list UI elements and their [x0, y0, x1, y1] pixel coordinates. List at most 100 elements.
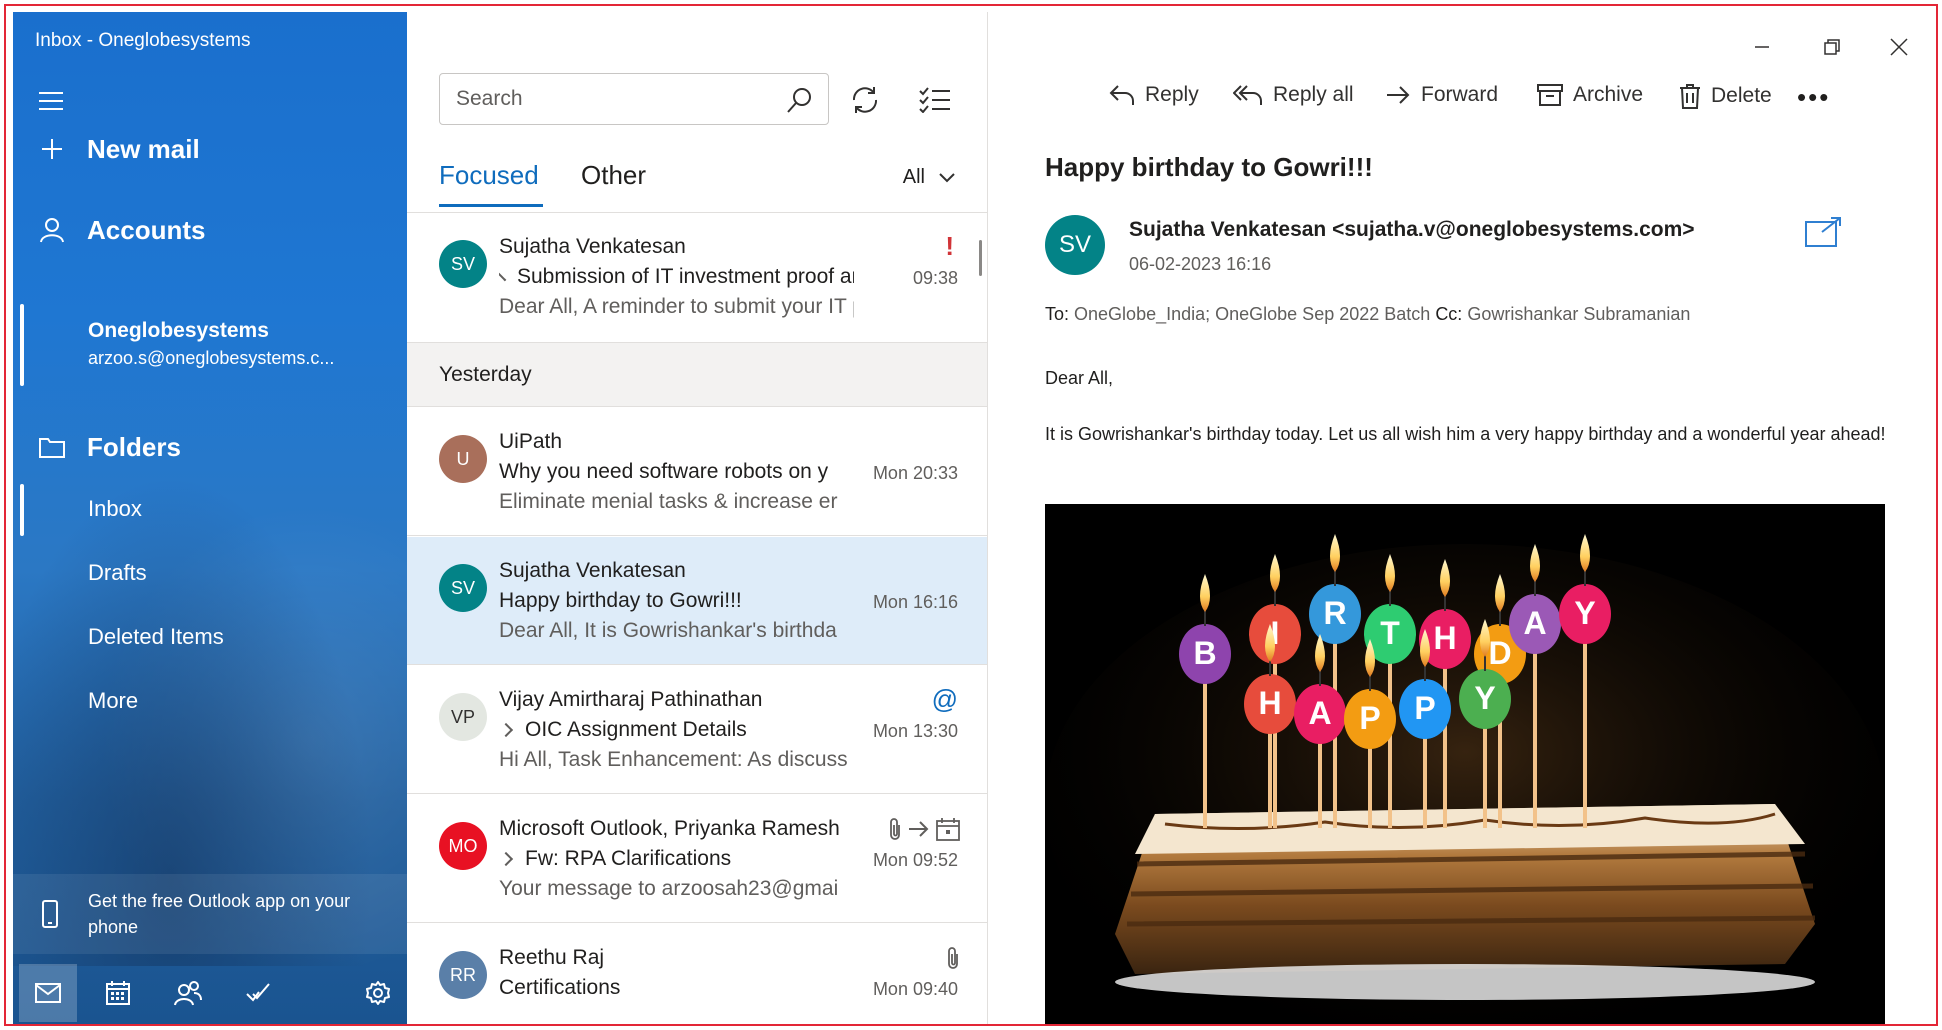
filter-label: All [902, 166, 925, 188]
message-subject: Why you need software robots on y [499, 460, 829, 483]
message-subject-row: OIC Assignment Details [499, 718, 854, 742]
archive-icon [1537, 84, 1563, 106]
message-item[interactable]: VP Vijay Amirtharaj Pathinathan OIC Assi… [407, 666, 987, 794]
scrollbar-thumb[interactable] [979, 240, 982, 276]
trash-icon [1680, 84, 1700, 109]
attachment-icon [948, 947, 958, 969]
message-item[interactable]: MO Microsoft Outlook, Priyanka Ramesh Fw… [407, 795, 987, 923]
svg-text:H: H [1258, 685, 1281, 721]
delete-button[interactable]: Delete [1679, 83, 1772, 109]
svg-text:P: P [1414, 690, 1435, 726]
search-input[interactable] [440, 87, 760, 111]
svg-text:Y: Y [1574, 595, 1595, 631]
birthday-cake-image: BIRTHDAYHAPPY [1045, 504, 1885, 1024]
message-sender: Sujatha Venkatesan [499, 559, 686, 582]
settings-gear-icon[interactable] [349, 964, 407, 1022]
chevron-right-icon[interactable] [499, 722, 514, 738]
svg-text:A: A [1308, 695, 1331, 731]
meeting-calendar-icon [936, 818, 960, 841]
message-time: 09:38 [912, 268, 958, 288]
sender-address[interactable]: Sujatha Venkatesan <sujatha.v@oneglobesy… [1129, 218, 1695, 242]
chevron-right-icon[interactable] [499, 272, 507, 282]
svg-text:D: D [1488, 635, 1511, 671]
message-subject: OIC Assignment Details [525, 718, 747, 741]
filter-dropdown[interactable]: All [903, 166, 955, 189]
todo-icon[interactable] [229, 964, 287, 1022]
delete-label: Delete [1711, 84, 1772, 107]
folder-inbox[interactable]: Inbox [88, 496, 142, 522]
search-box[interactable] [439, 73, 829, 125]
archive-button[interactable]: Archive [1537, 83, 1643, 107]
navigation-pane: Inbox - Oneglobesystems New mail Account… [13, 12, 407, 1024]
message-time: Mon 16:16 [872, 592, 958, 612]
folder-icon [37, 432, 67, 462]
open-in-new-window-icon[interactable] [1804, 216, 1844, 253]
message-item[interactable]: RR Reethu Raj Certifications Mon 09:40 [407, 924, 987, 1024]
forward-button[interactable]: Forward [1385, 83, 1498, 107]
folder-more[interactable]: More [88, 688, 138, 714]
get-app-promo[interactable]: Get the free Outlook app on your phone [13, 874, 407, 954]
message-subject: Happy birthday to Gowri!!! [499, 589, 742, 612]
app-window: Inbox - Oneglobesystems New mail Account… [4, 4, 1938, 1026]
svg-text:H: H [1433, 620, 1456, 656]
sync-icon[interactable] [847, 82, 883, 118]
new-mail-button[interactable]: New mail [13, 124, 407, 174]
message-time: Mon 09:40 [872, 979, 958, 999]
reply-all-button[interactable]: Reply all [1233, 83, 1354, 107]
avatar: SV [439, 240, 487, 288]
message-preview: Dear All, A reminder to submit your IT p… [499, 295, 854, 318]
account-name[interactable]: Oneglobesystems [88, 319, 269, 343]
restore-icon[interactable] [1809, 30, 1855, 64]
message-subject: Fw: RPA Clarifications [525, 847, 732, 870]
search-icon[interactable] [786, 86, 814, 119]
recipients-line: To: OneGlobe_India; OneGlobe Sep 2022 Ba… [1045, 304, 1690, 325]
message-sender: UiPath [499, 430, 563, 453]
reply-button[interactable]: Reply [1109, 83, 1199, 107]
tab-focused[interactable]: Focused [439, 160, 539, 191]
message-item[interactable]: U UiPath Why you need software robots on… [407, 408, 987, 536]
folder-deleted-items[interactable]: Deleted Items [88, 624, 224, 650]
promo-text: Get the free Outlook app on your phone [88, 891, 351, 937]
minimize-icon[interactable] [1739, 30, 1785, 64]
selection-mode-icon[interactable] [917, 82, 953, 118]
folders-header[interactable]: Folders [13, 422, 407, 472]
avatar: VP [439, 693, 487, 741]
message-subject-row: Submission of IT investment proof and [499, 265, 854, 289]
tab-other[interactable]: Other [581, 160, 646, 191]
message-item[interactable]: SV Sujatha Venkatesan Submission of IT i… [407, 213, 987, 343]
message-status-icons [888, 817, 960, 841]
forward-arrow-icon [1387, 86, 1410, 104]
message-status-icons [946, 946, 960, 970]
focused-tab-indicator [439, 204, 543, 207]
cc-recipients[interactable]: Gowrishankar Subramanian [1467, 304, 1690, 324]
accounts-header[interactable]: Accounts [13, 205, 407, 255]
plus-icon [37, 134, 67, 164]
phone-icon [42, 900, 58, 928]
chevron-right-icon[interactable] [499, 851, 514, 867]
new-mail-label: New mail [87, 133, 200, 164]
close-icon[interactable] [1876, 30, 1922, 64]
calendar-icon[interactable] [89, 964, 147, 1022]
svg-text:R: R [1323, 595, 1346, 631]
reply-all-label: Reply all [1273, 83, 1354, 106]
mail-icon[interactable] [19, 964, 77, 1022]
message-preview: Dear All, It is Gowrishankar's birthda [499, 619, 837, 642]
cc-label: Cc: [1435, 304, 1463, 324]
message-item-selected[interactable]: SV Sujatha Venkatesan Happy birthday to … [407, 537, 987, 665]
more-actions-icon[interactable]: ••• [1797, 82, 1830, 113]
hamburger-menu-icon[interactable] [39, 92, 65, 112]
people-icon[interactable] [159, 964, 217, 1022]
message-time: Mon 20:33 [872, 463, 958, 483]
to-recipients[interactable]: OneGlobe_India; OneGlobe Sep 2022 Batch [1074, 304, 1430, 324]
message-preview: Hi All, Task Enhancement: As discuss [499, 748, 848, 771]
message-sender: Vijay Amirtharaj Pathinathan [499, 688, 763, 711]
avatar: MO [439, 822, 487, 870]
folder-drafts[interactable]: Drafts [88, 560, 147, 586]
mention-icon: @ [931, 684, 958, 714]
message-preview: Eliminate menial tasks & increase er [499, 490, 838, 513]
svg-text:P: P [1359, 700, 1380, 736]
sender-avatar[interactable]: SV [1045, 215, 1105, 275]
avatar: U [439, 435, 487, 483]
account-email[interactable]: arzoo.s@oneglobesystems.c... [88, 348, 334, 369]
account-selection-indicator [20, 304, 24, 386]
